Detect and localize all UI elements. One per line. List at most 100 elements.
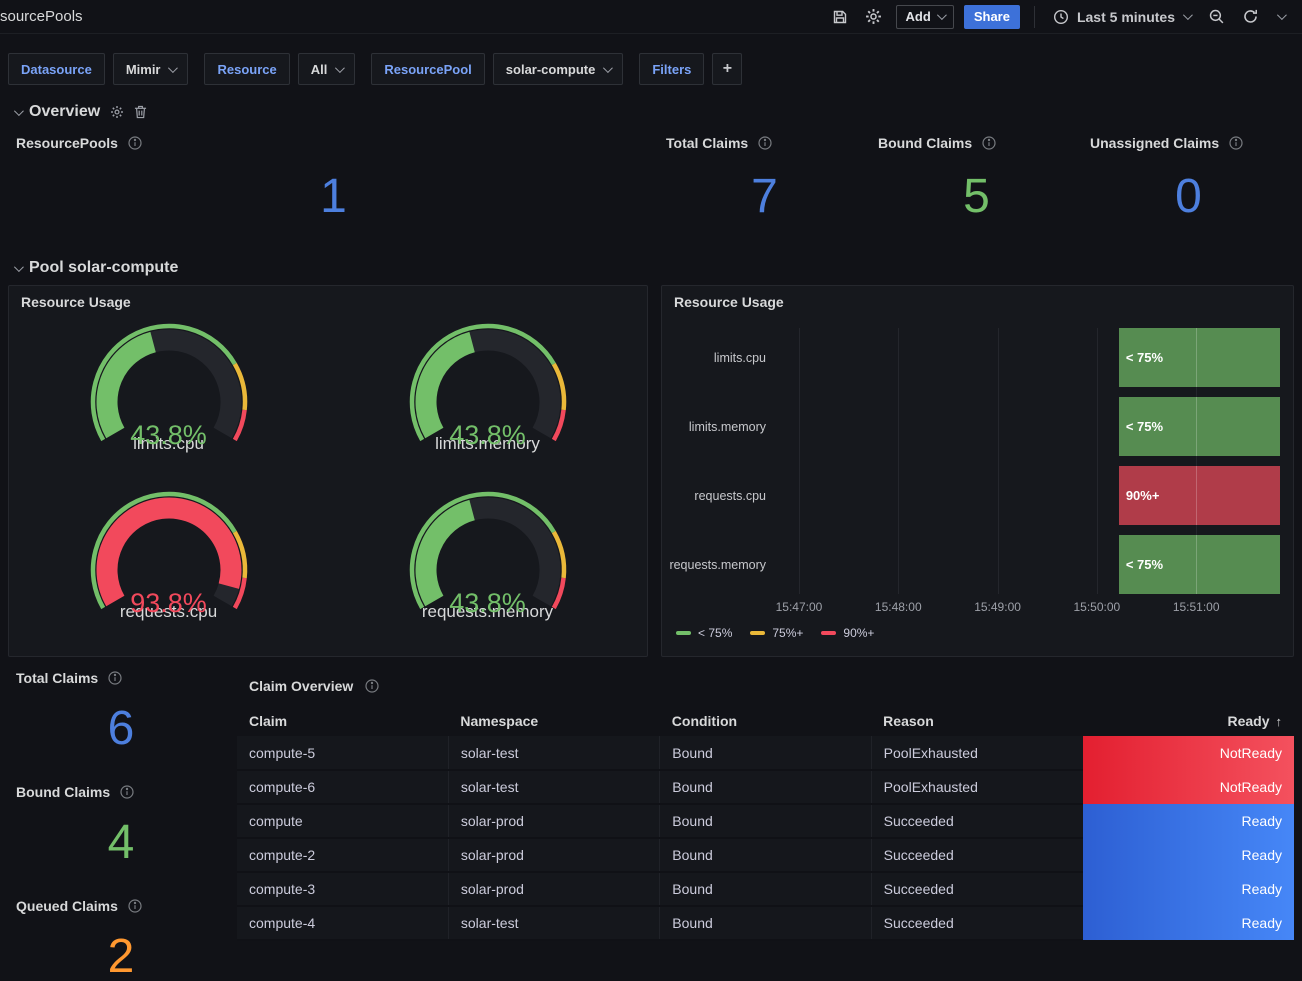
legend-label: 75%+ xyxy=(772,626,803,640)
legend-swatch xyxy=(750,631,765,635)
stat-panel-pool-bound-claims: Bound Claims 4 xyxy=(8,778,233,885)
chevron-down-icon xyxy=(335,63,345,73)
bottom-row: Total Claims 6 Bound Claims 4 xyxy=(8,664,1294,981)
timeline-row-label: requests.cpu xyxy=(662,466,784,525)
cell-claim: compute-5 xyxy=(237,736,448,770)
info-icon[interactable] xyxy=(1229,136,1243,150)
resourcepool-filter: ResourcePool solar-compute xyxy=(371,53,623,85)
x-axis-tick: 15:49:00 xyxy=(974,600,1021,614)
timeline-x-axis: 15:47:00 15:48:00 15:49:00 15:50:00 15:5… xyxy=(784,600,1283,618)
info-icon[interactable] xyxy=(758,136,772,150)
panel-title[interactable]: ResourcePools xyxy=(16,135,118,151)
table-row: compute-4 solar-test Bound Succeeded Rea… xyxy=(237,906,1294,940)
chevron-down-icon xyxy=(168,63,178,73)
panel-title[interactable]: Total Claims xyxy=(16,670,98,686)
cell-ready: Ready xyxy=(1083,906,1294,940)
sort-ascending-icon: ↑ xyxy=(1276,714,1283,729)
stat-value: 1 xyxy=(16,151,650,235)
resource-selected: All xyxy=(311,62,328,77)
save-dashboard-icon[interactable] xyxy=(828,5,852,29)
cell-condition: Bound xyxy=(660,872,871,906)
filter-bar: Datasource Mimir Resource All ResourcePo… xyxy=(8,53,1294,85)
table-row: compute solar-prod Bound Succeeded Ready xyxy=(237,804,1294,838)
share-button[interactable]: Share xyxy=(964,5,1020,29)
panel-title[interactable]: Total Claims xyxy=(666,135,748,151)
timeline-row-label: limits.cpu xyxy=(662,328,784,387)
state-block-label: < 75% xyxy=(1126,419,1163,434)
panel-title[interactable]: Claim Overview xyxy=(237,670,1294,696)
chevron-down-icon xyxy=(1276,10,1286,20)
refresh-interval-dropdown[interactable] xyxy=(1272,5,1288,29)
panel-title[interactable]: Resource Usage xyxy=(9,286,647,312)
gauge-value: 43.8% xyxy=(390,588,586,619)
claim-overview-panel: Claim Overview Claim Namespace Condition… xyxy=(233,664,1294,981)
gear-icon xyxy=(865,8,882,25)
zoom-out-time-icon[interactable] xyxy=(1204,5,1228,29)
dashboard-body: Datasource Mimir Resource All ResourcePo… xyxy=(0,53,1302,981)
column-header-reason[interactable]: Reason xyxy=(871,706,1082,736)
state-block: < 75% xyxy=(1119,328,1280,387)
resource-filter: Resource All xyxy=(204,53,355,85)
time-range-picker[interactable]: Last 5 minutes xyxy=(1049,9,1194,25)
column-header-claim[interactable]: Claim xyxy=(237,706,448,736)
topbar: sourcePools Add Share xyxy=(0,0,1302,34)
column-header-condition[interactable]: Condition xyxy=(660,706,871,736)
info-icon[interactable] xyxy=(120,785,134,799)
info-icon[interactable] xyxy=(982,136,996,150)
topbar-actions: Add Share Last 5 minutes xyxy=(828,5,1288,29)
topbar-divider xyxy=(1034,6,1035,28)
stat-panel-bound-claims: Bound Claims 5 xyxy=(870,129,1082,241)
legend-label: 90%+ xyxy=(843,626,874,640)
dashboard-settings-gear-icon[interactable] xyxy=(862,5,886,29)
cell-namespace: solar-test xyxy=(448,736,659,770)
cell-ready: NotReady xyxy=(1083,770,1294,804)
legend-item[interactable]: 90%+ xyxy=(821,626,874,640)
info-icon[interactable] xyxy=(108,671,122,685)
collapse-chevron-icon xyxy=(14,106,24,116)
panel-title-text: Claim Overview xyxy=(249,678,353,694)
panel-title[interactable]: Resource Usage xyxy=(662,286,1293,312)
panel-title[interactable]: Bound Claims xyxy=(16,784,110,800)
stat-value: 2 xyxy=(16,914,225,981)
cell-namespace: solar-prod xyxy=(448,872,659,906)
section-title: Overview xyxy=(29,103,100,121)
legend-item[interactable]: 75%+ xyxy=(750,626,803,640)
row-settings-gear-icon[interactable] xyxy=(110,105,124,119)
dashboard-title: sourcePools xyxy=(0,8,83,25)
cell-claim: compute-6 xyxy=(237,770,448,804)
legend-swatch xyxy=(676,631,691,635)
overview-stats-row: ResourcePools 1 Total Claims 7 Bound Cla… xyxy=(8,129,1294,241)
add-button[interactable]: Add xyxy=(896,5,954,29)
clock-icon xyxy=(1053,9,1069,25)
gauge-value: 43.8% xyxy=(71,420,267,451)
cell-reason: PoolExhausted xyxy=(871,770,1082,804)
info-icon[interactable] xyxy=(365,679,379,693)
add-filter-button[interactable]: + xyxy=(712,53,742,85)
info-icon[interactable] xyxy=(128,899,142,913)
magnifier-minus-icon xyxy=(1208,8,1225,25)
section-overview-header[interactable]: Overview xyxy=(14,103,1294,121)
row-delete-trash-icon[interactable] xyxy=(134,105,147,119)
panel-title[interactable]: Bound Claims xyxy=(878,135,972,151)
gauge-limits-memory: 43.8% limits.memory xyxy=(390,316,586,480)
column-header-ready[interactable]: Ready↑ xyxy=(1083,706,1294,736)
chevron-down-icon xyxy=(1183,10,1193,20)
cell-claim: compute-4 xyxy=(237,906,448,940)
section-pool-header[interactable]: Pool solar-compute xyxy=(14,259,1294,277)
resourcepool-filter-value[interactable]: solar-compute xyxy=(493,53,624,85)
timeline-row: < 75% xyxy=(784,535,1283,594)
cell-claim: compute-2 xyxy=(237,838,448,872)
cell-namespace: solar-test xyxy=(448,906,659,940)
adhoc-filters: Filters + xyxy=(639,53,742,85)
refresh-icon[interactable] xyxy=(1238,5,1262,29)
datasource-filter-value[interactable]: Mimir xyxy=(113,53,189,85)
panel-title[interactable]: Unassigned Claims xyxy=(1090,135,1219,151)
table-row: compute-6 solar-test Bound PoolExhausted… xyxy=(237,770,1294,804)
stat-panel-pool-queued-claims: Queued Claims 2 xyxy=(8,892,233,981)
resource-filter-value[interactable]: All xyxy=(298,53,356,85)
panel-title[interactable]: Queued Claims xyxy=(16,898,118,914)
section-title: Pool solar-compute xyxy=(29,259,178,277)
column-header-namespace[interactable]: Namespace xyxy=(448,706,659,736)
legend-item[interactable]: < 75% xyxy=(676,626,732,640)
info-icon[interactable] xyxy=(128,136,142,150)
